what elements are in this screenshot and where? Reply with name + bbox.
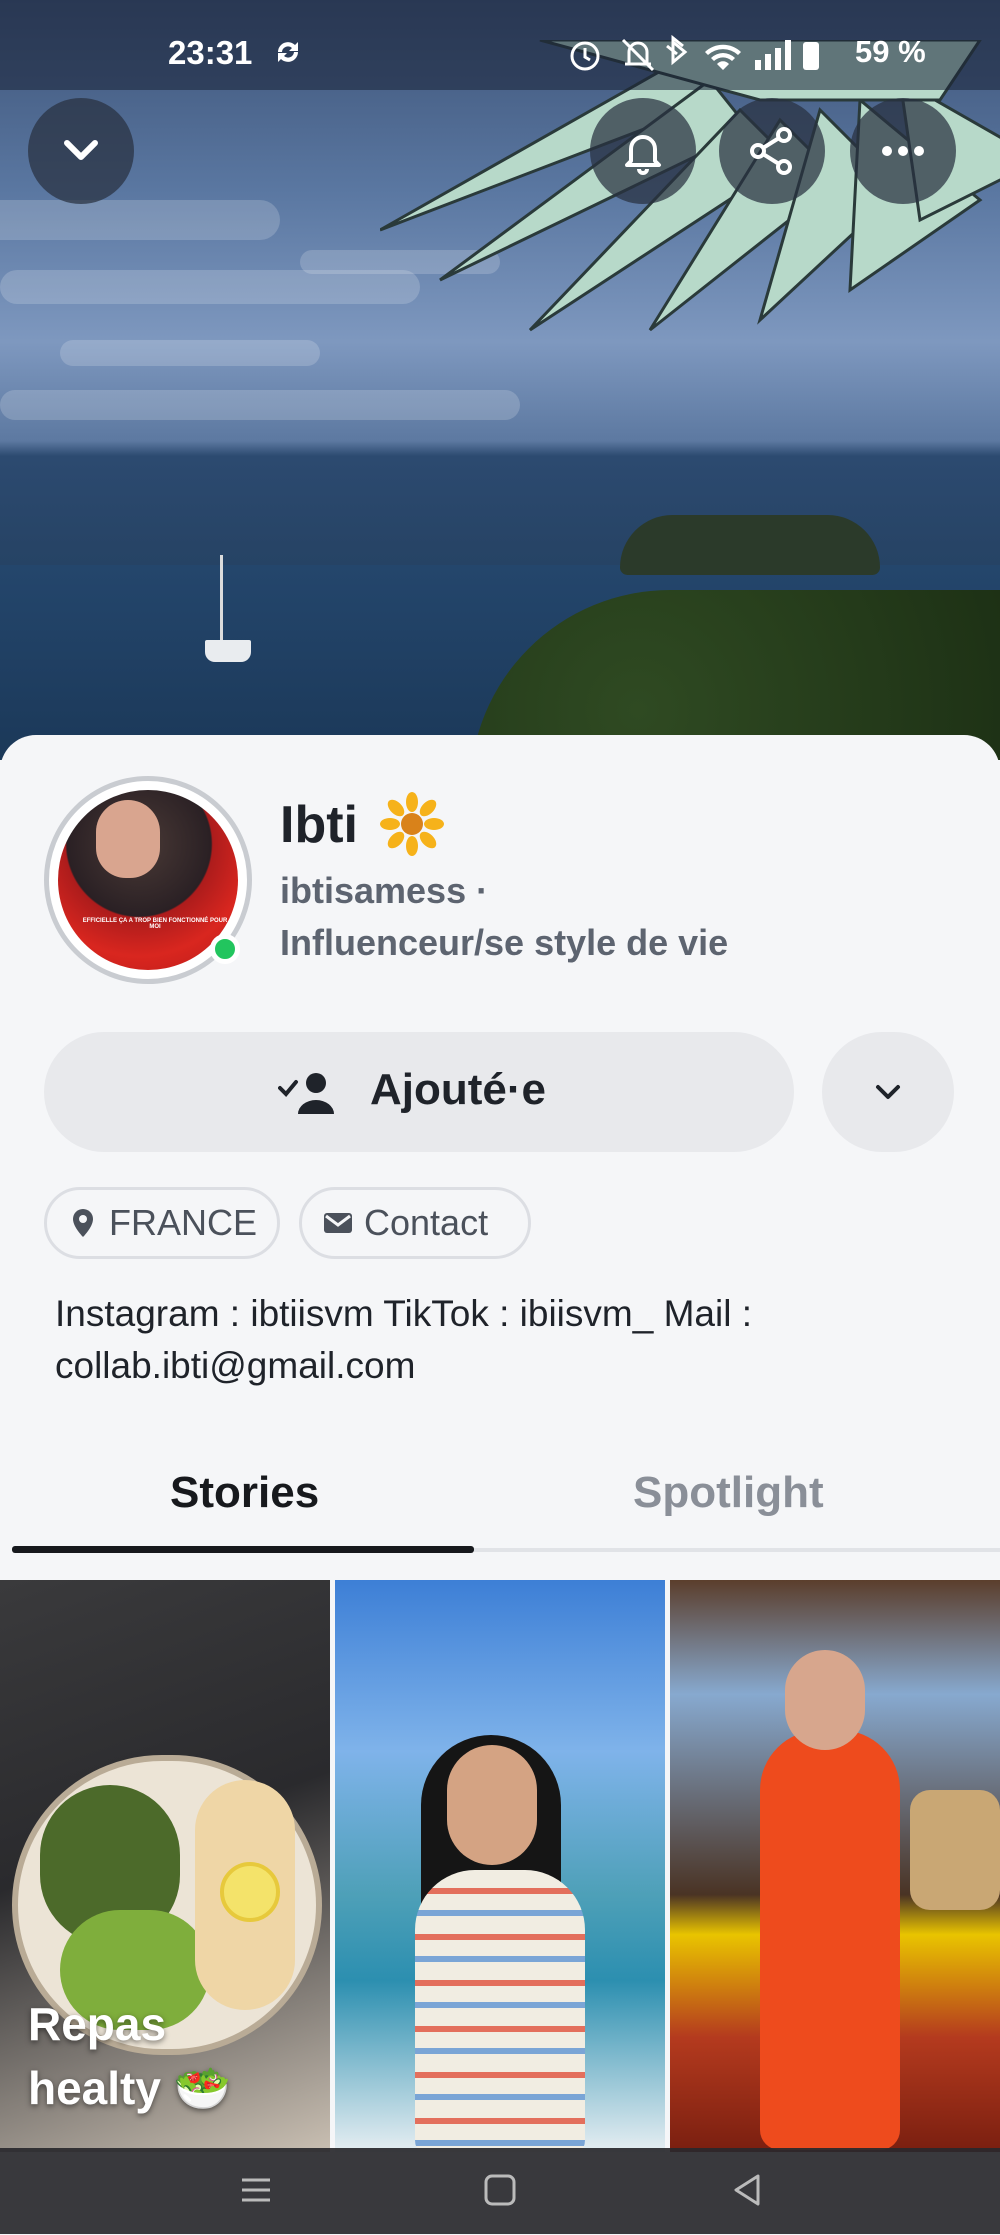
system-nav-bar [0,2148,1000,2234]
profile-cover-image [0,0,1000,760]
thumbnail-detail [910,1790,1000,1910]
sync-icon [278,42,298,62]
location-chip[interactable]: FRANCE [44,1187,280,1259]
added-button-label: Ajouté·e [370,1065,546,1114]
thumbnail-detail [447,1745,537,1865]
more-options-button[interactable] [850,98,956,204]
recent-apps-icon[interactable] [236,2170,276,2210]
status-bar: 23:31 59 % [0,0,1000,90]
status-icons [570,34,819,72]
more-dots-icon [882,146,924,156]
online-status-indicator [210,934,240,964]
mail-icon [324,1213,352,1233]
username: ibtisamess · [280,870,489,911]
story-caption-line1: Repas [28,1998,167,2050]
chevron-down-icon [64,140,98,160]
friend-options-dropdown[interactable] [822,1032,954,1152]
tab-spotlight[interactable]: Spotlight [633,1468,824,1518]
story-tile[interactable]: Repas healty 🥗 [0,1580,330,2152]
bell-icon [625,135,661,175]
story-caption-line2: healty 🥗 [28,2062,232,2114]
avatar-caption: EFFICIELLE ÇA A TROP BIEN FONCTIONNÉ POU… [82,918,228,930]
collapse-button[interactable] [28,98,134,204]
contact-label: Contact [364,1202,489,1243]
thumbnail-detail [760,1730,900,2150]
battery-percentage: 59 % [855,34,926,69]
notification-bell-button[interactable] [590,98,696,204]
home-icon[interactable] [480,2170,520,2210]
share-button[interactable] [719,98,825,204]
profile-category: Influenceur/se style de vie [280,922,729,963]
user-check-icon [278,1073,334,1114]
avatar-face [96,800,160,878]
thumbnail-detail [785,1650,865,1750]
tab-stories[interactable]: Stories [170,1468,319,1518]
active-tab-indicator [12,1546,474,1553]
chevron-down-icon [876,1085,900,1099]
location-label: FRANCE [109,1202,258,1243]
story-caption: Repas healty 🥗 [28,1992,231,2120]
display-name: Ibti [280,796,358,854]
contact-chip[interactable]: Contact [299,1187,531,1259]
thumbnail-detail [220,1862,280,1922]
profile-bio: Instagram : ibtiisvm TikTok : ibiisvm_ M… [55,1293,752,1386]
story-tile[interactable] [670,1580,1000,2152]
location-pin-icon [73,1209,93,1237]
status-time: 23:31 [168,34,253,71]
sunflower-icon [380,792,444,856]
back-icon[interactable] [728,2170,768,2210]
thumbnail-detail [415,1870,585,2152]
story-tile[interactable] [335,1580,665,2152]
share-icon [750,127,792,175]
tab-divider [474,1548,1000,1552]
